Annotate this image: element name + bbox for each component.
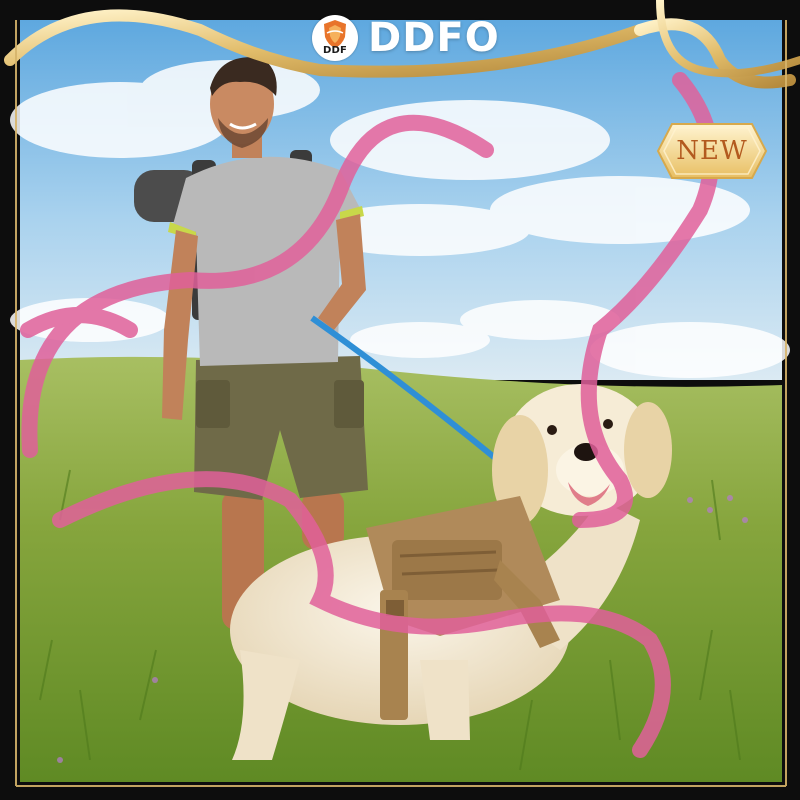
new-badge-label: NEW bbox=[676, 136, 748, 166]
brand-badge-text: DDF bbox=[322, 45, 348, 56]
new-badge: NEW bbox=[656, 122, 768, 180]
brand-logo: DDF DDFO bbox=[312, 14, 500, 62]
scene-photo bbox=[0, 0, 800, 800]
brand-badge: DDF bbox=[312, 15, 358, 61]
brand-name: DDFO bbox=[368, 15, 500, 61]
product-image-canvas: DDF DDFO NEW bbox=[0, 0, 800, 800]
